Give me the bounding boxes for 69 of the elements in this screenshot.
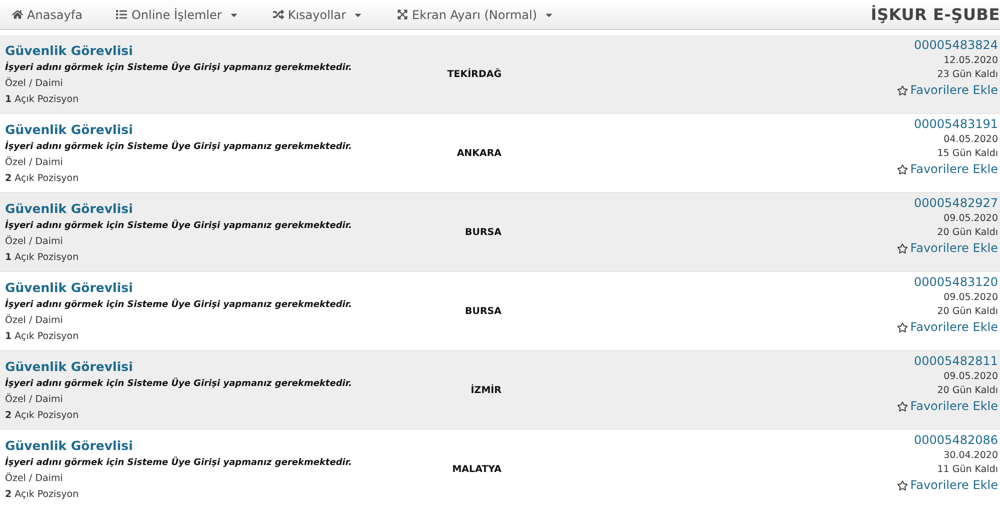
login-notice: İşyeri adını görmek için Sisteme Üye Girişi yapmanız gerekmektedir.	[5, 379, 352, 389]
job-number-link[interactable]: 00005482927	[914, 196, 998, 210]
job-title-link[interactable]: Güvenlik Görevlisi	[5, 43, 133, 58]
login-notice: İşyeri adını görmek için Sisteme Üye Girişi yapmanız gerekmektedir.	[5, 458, 352, 468]
job-number-link[interactable]: 00005483824	[914, 38, 998, 52]
remaining-days: 15 Gün Kaldı	[937, 148, 998, 159]
login-notice: İşyeri adını görmek için Sisteme Üye Girişi yapmanız gerekmektedir.	[5, 63, 352, 73]
city-label: İZMİR	[470, 384, 502, 396]
date-text: 30.04.2020	[944, 450, 998, 461]
add-favorite-link[interactable]: Favorilere Ekle	[897, 320, 998, 334]
shuffle-icon	[272, 9, 284, 20]
expand-icon	[397, 9, 408, 20]
remaining-days: 11 Gün Kaldı	[937, 464, 998, 475]
job-type: Özel / Daimi	[5, 236, 64, 247]
remaining-days: 20 Gün Kaldı	[937, 385, 998, 396]
city-label: MALATYA	[452, 464, 502, 474]
login-notice: İşyeri adını görmek için Sisteme Üye Girişi yapmanız gerekmektedir.	[5, 221, 352, 231]
job-title-link[interactable]: Güvenlik Görevlisi	[5, 201, 133, 216]
remaining-days: 20 Gün Kaldı	[937, 227, 998, 238]
nav-link[interactable]: Anasayfa	[12, 8, 82, 22]
city-label: BURSA	[465, 226, 502, 238]
star-icon	[897, 164, 908, 174]
job-type: Özel / Daimi	[5, 473, 64, 484]
job-number-link[interactable]: 00005483191	[914, 117, 998, 131]
home-icon	[12, 9, 23, 20]
add-favorite-link[interactable]: Favorilere Ekle	[897, 162, 998, 176]
add-favorite-link[interactable]: Favorilere Ekle	[897, 478, 998, 492]
position-count: 2 Açık Pozisyon	[5, 489, 80, 500]
star-icon	[897, 84, 908, 96]
date-text: 04.05.2020	[944, 134, 998, 145]
star-icon	[897, 242, 908, 254]
remaining-days: 20 Gün Kaldı	[937, 306, 998, 317]
job-title-link[interactable]: Güvenlik Görevlisi	[5, 122, 133, 137]
job-type: Özel / Daimi	[5, 157, 64, 168]
position-count: 1 Açık Pozisyon	[5, 252, 80, 263]
date-text: 09.05.2020	[944, 292, 998, 303]
add-favorite-link[interactable]: Favorilere Ekle	[897, 83, 998, 97]
star-icon	[897, 480, 908, 490]
date-text: 09.05.2020	[944, 371, 998, 382]
star-icon	[897, 400, 908, 412]
job-title-link[interactable]: Güvenlik Görevlisi	[5, 438, 133, 453]
list-icon	[116, 9, 128, 20]
city-label: TEKİRDAĞ	[447, 68, 502, 80]
remaining-days: 23 Gün Kaldı	[937, 69, 998, 80]
site-title: İŞKUR E-ŞUBE	[870, 5, 1000, 24]
job-type: Özel / Daimi	[5, 78, 64, 89]
city-label: ANKARA	[456, 148, 502, 158]
nav-link[interactable]: Kısayollar	[272, 8, 364, 22]
job-type: Özel / Daimi	[5, 315, 64, 326]
position-count: 2 Açık Pozisyon	[5, 410, 80, 421]
star-icon	[897, 322, 908, 332]
date-text: 09.05.2020	[944, 213, 998, 224]
job-number-link[interactable]: 00005482086	[914, 433, 998, 447]
position-count: 2 Açık Pozisyon	[5, 173, 80, 184]
add-favorite-link[interactable]: Favorilere Ekle	[897, 241, 998, 255]
nav-link[interactable]: Online İşlemler	[116, 8, 239, 22]
job-title-link[interactable]: Güvenlik Görevlisi	[5, 359, 133, 374]
job-number-link[interactable]: 00005482811	[914, 354, 998, 368]
position-count: 1 Açık Pozisyon	[5, 94, 80, 105]
login-notice: İşyeri adını görmek için Sisteme Üye Girişi yapmanız gerekmektedir.	[5, 300, 352, 310]
position-count: 1 Açık Pozisyon	[5, 331, 80, 342]
date-text: 12.05.2020	[944, 55, 998, 66]
nav-link[interactable]: Ekran Ayarı (Normal)	[397, 8, 554, 22]
add-favorite-link[interactable]: Favorilere Ekle	[897, 399, 998, 413]
login-notice: İşyeri adını görmek için Sisteme Üye Girişi yapmanız gerekmektedir.	[5, 142, 352, 152]
job-number-link[interactable]: 00005483120	[914, 275, 998, 289]
city-label: BURSA	[465, 306, 502, 316]
job-title-link[interactable]: Güvenlik Görevlisi	[5, 280, 133, 295]
job-type: Özel / Daimi	[5, 394, 64, 405]
